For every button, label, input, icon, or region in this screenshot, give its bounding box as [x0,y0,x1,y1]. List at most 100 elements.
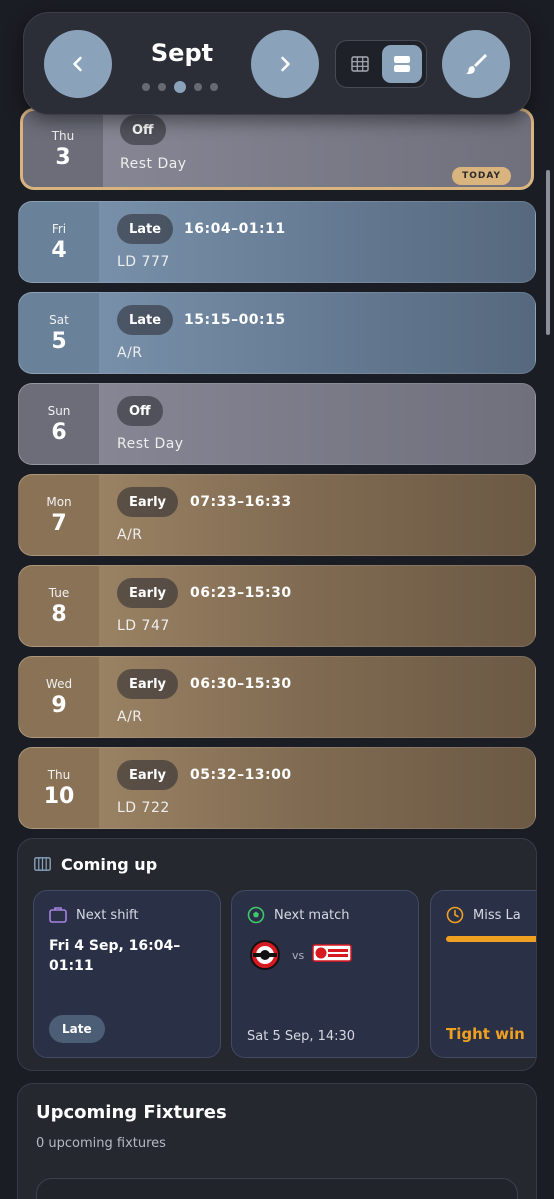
day-card[interactable]: Wed 9 Early 06:30–15:30 A/R [18,656,536,738]
date-column: Mon 7 [19,475,99,555]
month-header: Sept [23,12,531,115]
day-list[interactable]: Thu 3 Off Rest Day TODAY Fri 4 Late 16:0… [0,0,554,835]
grid-view-button[interactable] [340,45,380,83]
page-dot[interactable] [210,83,218,91]
date-column: Sun 6 [19,384,99,464]
miss-card[interactable]: Miss La Tight win [430,890,536,1058]
shift-type-badge: Early [117,578,178,608]
miss-status-text: Tight win [446,1025,525,1043]
shift-note: Rest Day [120,156,187,172]
weekday-label: Fri [51,221,67,236]
weekday-label: Mon [46,494,72,509]
weekday-label: Thu [47,767,71,782]
grid-view-icon [351,56,369,72]
date-column: Thu 10 [19,748,99,828]
next-match-card[interactable]: Next match vs Sat 5 Sep, 14:30 [231,890,419,1058]
shift-time: 06:23–15:30 [190,585,292,601]
shift-type-badge: Early [117,487,178,517]
shift-time: 05:32–13:00 [190,767,292,783]
football-icon [247,906,265,924]
day-number: 6 [51,419,67,445]
view-toggle [335,40,427,88]
chevron-left-icon [73,56,82,72]
miss-title: Miss La [473,908,521,923]
weekday-label: Tue [48,585,70,600]
day-number: 9 [51,692,67,718]
day-number: 7 [51,510,67,536]
coming-up-panel: Coming up Next shift Fri 4 Sep, 16:04–01… [17,838,537,1071]
weekday-label: Wed [45,676,73,691]
weekday-label: Thu [51,128,75,143]
shift-type-badge: Late [117,305,174,335]
upcoming-fixtures-panel: Upcoming Fixtures 0 upcoming fixtures [17,1083,537,1199]
fixtures-title: Upcoming Fixtures [36,1102,227,1123]
briefcase-icon [49,907,67,923]
theme-brush-button[interactable] [442,30,510,98]
shift-type-badge: Early [117,669,178,699]
page-dot-active[interactable] [174,81,186,93]
page-dot[interactable] [194,83,202,91]
day-number: 4 [51,237,67,263]
day-number: 5 [51,328,67,354]
away-team-crest [312,944,352,962]
clock-icon [446,906,464,924]
fixtures-count: 0 upcoming fixtures [36,1136,166,1151]
today-tag: TODAY [452,167,511,185]
shift-note: A/R [117,527,143,543]
day-card[interactable]: Sun 6 Off Rest Day [18,383,536,465]
page-dot[interactable] [142,83,150,91]
next-shift-title: Next shift [76,908,139,923]
versus-label: vs [292,949,305,962]
shift-note: Rest Day [117,436,184,452]
calendar-columns-icon [34,857,51,871]
list-view-button[interactable] [382,45,422,83]
shift-note: LD 747 [117,618,170,634]
day-card[interactable]: Fri 4 Late 16:04–01:11 LD 777 [18,201,536,283]
date-column: Thu 3 [23,111,103,187]
next-match-title: Next match [274,908,350,923]
shift-time: 15:15–00:15 [184,312,286,328]
day-number: 3 [55,144,71,170]
previous-month-button[interactable] [44,30,112,98]
next-month-button[interactable] [251,30,319,98]
page-indicator [142,81,218,93]
shift-type-badge: Off [120,115,166,145]
next-shift-badge: Late [49,1015,105,1043]
shift-note: LD 722 [117,800,170,816]
day-card-today[interactable]: Thu 3 Off Rest Day TODAY [20,108,534,190]
date-column: Sat 5 [19,293,99,373]
shift-note: A/R [117,709,143,725]
shift-note: LD 777 [117,254,170,270]
shift-type-badge: Off [117,396,163,426]
next-shift-card[interactable]: Next shift Fri 4 Sep, 16:04–01:11 Late [33,890,221,1058]
paint-brush-icon [466,54,487,74]
next-shift-date: Fri 4 Sep, 16:04–01:11 [49,938,181,974]
day-card[interactable]: Thu 10 Early 05:32–13:00 LD 722 [18,747,536,829]
shift-time: 16:04–01:11 [184,221,286,237]
weekday-label: Sat [49,312,69,327]
page-dot[interactable] [158,83,166,91]
date-column: Tue 8 [19,566,99,646]
shift-type-badge: Late [117,214,174,244]
shift-type-badge: Early [117,760,178,790]
day-number: 10 [43,783,75,809]
day-card[interactable]: Sat 5 Late 15:15–00:15 A/R [18,292,536,374]
shift-time: 07:33–16:33 [190,494,292,510]
chevron-right-icon [281,56,290,72]
day-card[interactable]: Mon 7 Early 07:33–16:33 A/R [18,474,536,556]
date-column: Wed 9 [19,657,99,737]
coming-up-title: Coming up [61,855,158,874]
fixtures-list[interactable] [36,1178,518,1199]
date-column: Fri 4 [19,202,99,282]
weekday-label: Sun [47,403,71,418]
home-team-crest [250,940,280,970]
next-match-date: Sat 5 Sep, 14:30 [247,1029,356,1044]
day-number: 8 [51,601,67,627]
shift-time: 06:30–15:30 [190,676,292,692]
list-scrollbar[interactable] [546,170,550,335]
shift-note: A/R [117,345,143,361]
miss-progress-bar [446,936,536,942]
month-title: Sept [150,39,214,67]
list-view-icon [394,56,410,72]
day-card[interactable]: Tue 8 Early 06:23–15:30 LD 747 [18,565,536,647]
